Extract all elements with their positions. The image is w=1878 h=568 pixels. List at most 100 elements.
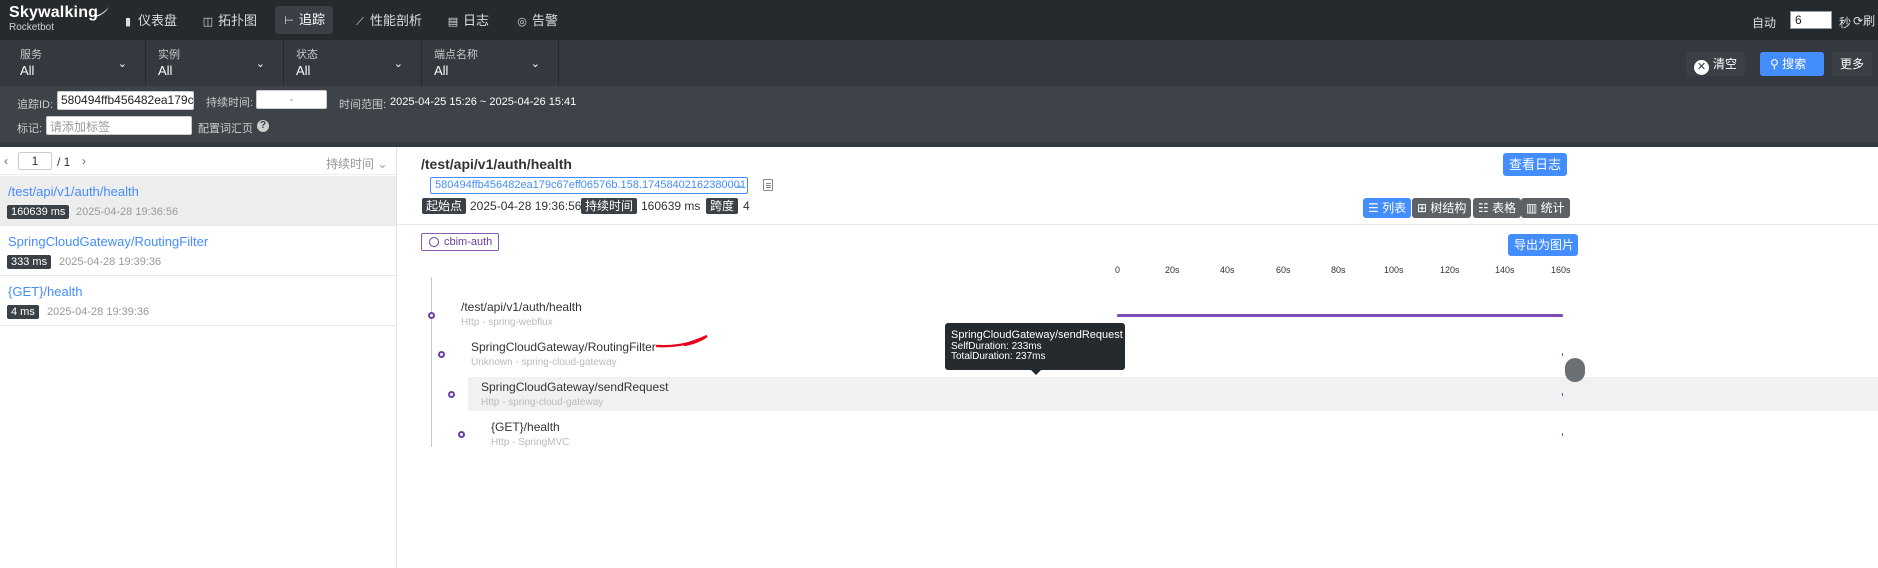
chevron-down-icon: ⌄ [377, 157, 388, 171]
span-tooltip: SpringCloudGateway/sendRequest SelfDurat… [945, 323, 1125, 375]
view-statistics-label: 统计 [1540, 201, 1565, 215]
logo-text: Skywalking [9, 4, 99, 21]
span-node [448, 391, 455, 398]
nav-alarm-label: 告警 [532, 13, 559, 28]
prev-page-icon[interactable]: ‹ [4, 154, 8, 168]
chevron-down-icon: ⌄ [393, 58, 403, 70]
span-duration-bar[interactable] [1562, 393, 1563, 396]
tags-input[interactable]: 请添加标签 [46, 116, 192, 135]
search-button-label: 搜索 [1782, 57, 1807, 71]
trace-item-name[interactable]: {GET}/health [8, 284, 82, 299]
span-duration-bar[interactable] [1562, 353, 1563, 356]
axis-tick-label: 60s [1276, 265, 1291, 275]
refresh-button[interactable]: ⟳刷 [1853, 12, 1875, 29]
axis-tick-label: 20s [1165, 265, 1180, 275]
trace-item-duration: 333 ms [7, 255, 52, 269]
trace-item-duration: 4 ms [7, 305, 39, 319]
nav-trace[interactable]: ⊢ 追踪 [275, 6, 334, 34]
span-count-tag: 跨度 [706, 198, 739, 214]
view-table-button[interactable]: ☷ 表格 [1473, 198, 1522, 218]
topology-icon: ◫ [202, 16, 214, 28]
nav-alarm[interactable]: ◎ 告警 [508, 10, 566, 32]
nav-trace-label: 追踪 [299, 12, 326, 27]
sort-select[interactable]: 持续时间 ⌄ [326, 155, 387, 172]
view-tree-label: 树结构 [1430, 201, 1467, 215]
nav-topology[interactable]: ◫ 拓扑图 [194, 10, 265, 32]
help-icon[interactable]: ? [257, 120, 269, 132]
scrollbar-handle[interactable] [1565, 358, 1585, 382]
trace-id-select-value: 580494ffb456482ea179c67eff06576b.158.174… [435, 179, 746, 191]
span-node [428, 312, 435, 319]
auto-refresh-interval-input[interactable] [1790, 11, 1832, 29]
span-subtitle: Http - spring-cloud-gateway [481, 397, 604, 408]
span-duration-bar[interactable] [1562, 433, 1563, 436]
search-icon: ⚲ [1770, 57, 1783, 71]
logo[interactable]: Skywalking Rocketbot [9, 4, 109, 33]
sort-select-label: 持续时间 [326, 157, 375, 171]
trace-id-label: 追踪ID: [17, 99, 54, 111]
nav-dashboard-label: 仪表盘 [138, 13, 178, 28]
refresh-icon: ⟳ [1853, 14, 1864, 28]
time-range-label: 时间范围: [339, 99, 387, 111]
duration-input[interactable]: - [256, 90, 327, 109]
span-row-highlight [468, 377, 1878, 411]
view-list-label: 列表 [1382, 201, 1407, 215]
trace-item-time: 2025-04-28 19:39:36 [59, 256, 162, 268]
statistics-icon: ▥ [1526, 201, 1541, 215]
chevron-down-icon: ⌄ [734, 179, 744, 191]
trace-detail-title: /test/api/v1/auth/health [421, 156, 572, 172]
page-input[interactable]: 1 [18, 152, 52, 170]
tooltip-title: SpringCloudGateway/sendRequest [951, 329, 1123, 341]
copy-icon[interactable] [763, 179, 773, 191]
view-list-button[interactable]: ☰ 列表 [1363, 198, 1412, 218]
span-name[interactable]: /test/api/v1/auth/health [461, 300, 582, 314]
trace-id-input[interactable]: 580494ffb456482ea179c [57, 91, 194, 110]
trace-item-name[interactable]: /test/api/v1/auth/health [8, 184, 139, 199]
service-tag: cbim-auth [421, 233, 500, 251]
nav-dashboard[interactable]: ▮ 仪表盘 [114, 10, 185, 32]
clear-button[interactable]: ✕ 清空 [1686, 52, 1746, 76]
trace-item-time: 2025-04-28 19:36:56 [76, 206, 179, 218]
config-vocabulary-link[interactable]: 配置词汇页 [198, 120, 253, 136]
search-button[interactable]: ⚲ 搜索 [1760, 52, 1824, 76]
annotation-mark [655, 334, 708, 348]
more-button[interactable]: 更多 [1832, 52, 1872, 76]
seconds-label: 秒 [1839, 16, 1852, 30]
trace-id-select[interactable]: 580494ffb456482ea179c67eff06576b.158.174… [430, 177, 748, 194]
view-tree-button[interactable]: ⊞ 树结构 [1412, 198, 1472, 218]
nav-log[interactable]: ▤ 日志 [439, 10, 497, 32]
span-name[interactable]: SpringCloudGateway/sendRequest [481, 380, 668, 394]
trace-list-panel: ‹ 1 / 1 › 持续时间 ⌄ /test/api/v1/auth/healt… [0, 147, 397, 568]
trace-item-duration: 160639 ms [7, 205, 70, 219]
span-node [458, 431, 465, 438]
trace-list-item[interactable]: SpringCloudGateway/RoutingFilter 333 ms … [0, 226, 396, 276]
start-time-tag: 起始点 [422, 198, 467, 214]
trace-list-item[interactable]: {GET}/health 4 ms 2025-04-28 19:39:36 [0, 276, 396, 326]
service-select[interactable]: 服务 All ⌄ [0, 40, 146, 86]
duration-value: 160639 ms [641, 199, 701, 213]
span-name[interactable]: SpringCloudGateway/RoutingFilter [471, 340, 656, 354]
span-name[interactable]: {GET}/health [491, 420, 560, 434]
endpoint-select[interactable]: 端点名称 All ⌄ [422, 40, 559, 86]
time-range-value[interactable]: 2025-04-25 15:26 ~ 2025-04-26 15:41 [390, 96, 576, 108]
instance-select[interactable]: 实例 All ⌄ [146, 40, 284, 86]
list-icon: ☰ [1368, 201, 1383, 215]
nav-log-label: 日志 [463, 13, 490, 28]
axis-tick-label: 80s [1331, 265, 1346, 275]
view-statistics-button[interactable]: ▥ 统计 [1521, 198, 1570, 218]
nav-topology-label: 拓扑图 [218, 13, 258, 28]
trace-list-item[interactable]: /test/api/v1/auth/health 160639 ms 2025-… [0, 176, 396, 226]
nav-profile[interactable]: ⟋ 性能剖析 [346, 10, 430, 32]
view-log-button[interactable]: 查看日志 [1503, 153, 1567, 176]
export-image-button[interactable]: 导出为图片 [1508, 234, 1578, 256]
duration-label: 持续时间: [206, 97, 254, 109]
dashboard-icon: ▮ [124, 16, 132, 28]
span-subtitle: Unknown - spring-cloud-gateway [471, 357, 617, 368]
chevron-down-icon: ⌄ [117, 58, 127, 70]
trace-item-name[interactable]: SpringCloudGateway/RoutingFilter [8, 234, 208, 249]
axis-tick-label: 40s [1220, 265, 1235, 275]
status-select[interactable]: 状态 All ⌄ [284, 40, 422, 86]
next-page-icon[interactable]: › [82, 154, 86, 168]
log-icon: ▤ [447, 16, 459, 28]
span-duration-bar[interactable] [1117, 314, 1563, 317]
